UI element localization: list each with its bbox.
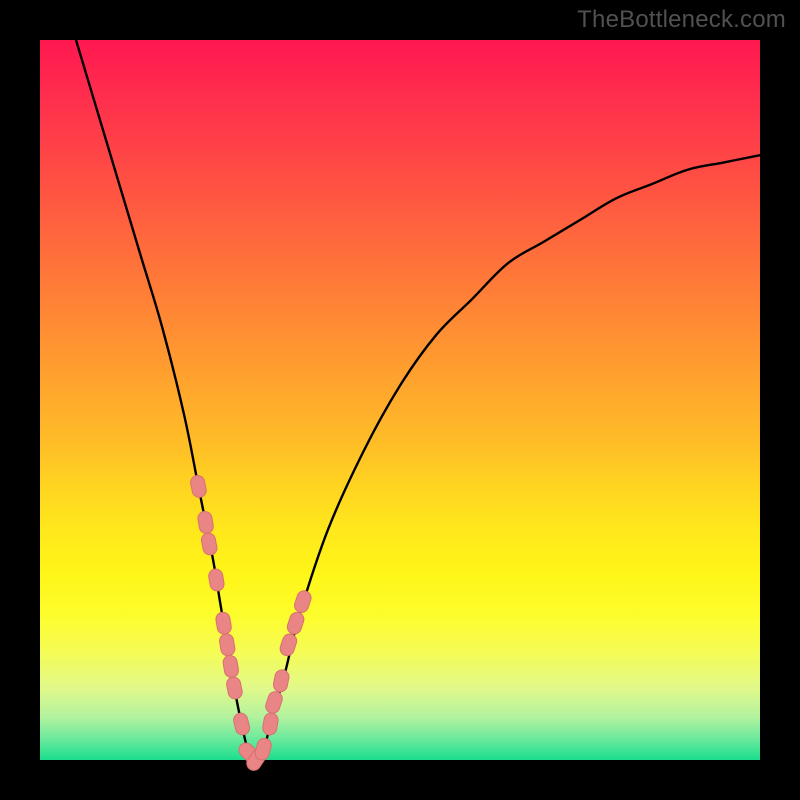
curve-marker — [197, 510, 214, 534]
plot-area — [40, 40, 760, 760]
curve-marker — [253, 737, 272, 762]
curve-marker — [225, 676, 243, 700]
curve-marker — [222, 654, 239, 678]
curve-marker — [244, 747, 268, 773]
curve-marker — [278, 632, 298, 657]
curve-marker — [208, 568, 225, 592]
curve-marker — [189, 474, 207, 498]
curve-marker — [232, 712, 251, 737]
curve-marker — [236, 740, 261, 765]
curve-marker — [215, 611, 232, 635]
bottleneck-curve — [40, 40, 760, 760]
curve-marker — [264, 690, 284, 715]
watermark-text: TheBottleneck.com — [577, 6, 786, 34]
curve-marker — [262, 712, 279, 736]
chart-frame: TheBottleneck.com — [0, 0, 800, 800]
curve-marker — [285, 611, 305, 636]
curve-marker — [218, 633, 235, 657]
curve-marker — [293, 589, 313, 614]
curve-marker — [200, 532, 218, 556]
curve-marker — [272, 669, 290, 693]
